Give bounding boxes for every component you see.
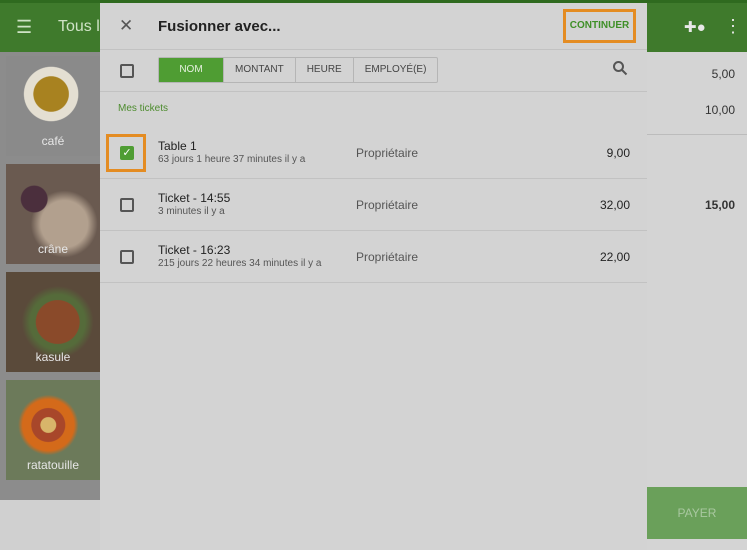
ticket-time: 3 minutes il y a (158, 206, 225, 217)
tab-amount[interactable]: MONTANT (223, 58, 295, 82)
tile-label: crâne (37, 242, 69, 256)
select-all-checkbox[interactable] (120, 64, 134, 78)
ticket-time: 215 jours 22 heures 34 minutes il y a (158, 258, 322, 269)
ticket-row[interactable]: ✓ Table 1 63 jours 1 heure 37 minutes il… (100, 127, 647, 179)
add-customer-icon[interactable]: ✚● (684, 18, 706, 36)
dialog-title: Fusionner avec... (158, 18, 281, 35)
ticket-employee: Propriétaire (356, 250, 419, 264)
more-options-icon[interactable]: ⋮ (724, 16, 742, 37)
ticket-amount: 9,00 (606, 146, 630, 160)
ticket-line-amount: 5,00 (711, 67, 735, 81)
item-tiles: café crâne kasule ratatouille (0, 52, 100, 500)
item-tile-kasule[interactable]: kasule (6, 272, 100, 372)
ticket-name: Ticket - 16:23 (158, 243, 231, 257)
item-tile-cafe[interactable]: café (6, 56, 100, 156)
tile-label: café (41, 134, 65, 148)
menu-icon[interactable]: ☰ (16, 17, 32, 38)
ticket-total-amount: 15,00 (704, 198, 735, 212)
ticket-name: Ticket - 14:55 (158, 191, 231, 205)
continue-button[interactable]: CONTINUER (563, 9, 636, 43)
ticket-panel: 5,00 10,00 15,00 (647, 52, 747, 550)
item-tile-crane[interactable]: crâne (6, 164, 100, 264)
ticket-employee: Propriétaire (356, 146, 419, 160)
sort-toolbar: NOM MONTANT HEURE EMPLOYÉ(E) (100, 51, 647, 92)
section-title-my-tickets: Mes tickets (118, 103, 169, 114)
ticket-line-amount: 10,00 (704, 103, 735, 117)
ticket-checkbox[interactable] (120, 250, 134, 264)
bottom-strip (0, 500, 100, 550)
ticket-checkbox-checked[interactable]: ✓ (120, 146, 134, 160)
pay-button[interactable]: PAYER (647, 487, 747, 539)
search-icon[interactable] (612, 60, 628, 76)
close-icon[interactable]: ✕ (119, 16, 133, 36)
tab-name[interactable]: NOM (159, 58, 223, 82)
ticket-checkbox[interactable] (120, 198, 134, 212)
divider (647, 134, 747, 135)
merge-dialog: ✕ Fusionner avec... CONTINUER NOM MONTAN… (100, 3, 647, 550)
sort-segmented-control: NOM MONTANT HEURE EMPLOYÉ(E) (158, 57, 439, 83)
tile-label: kasule (35, 350, 71, 364)
tab-time[interactable]: HEURE (294, 58, 353, 82)
ticket-amount: 22,00 (599, 250, 630, 264)
ticket-time: 63 jours 1 heure 37 minutes il y a (158, 154, 306, 165)
dialog-header: ✕ Fusionner avec... CONTINUER (100, 3, 647, 50)
ticket-row[interactable]: Ticket - 14:55 3 minutes il y a Propriét… (100, 179, 647, 231)
ticket-amount: 32,00 (599, 198, 630, 212)
ticket-employee: Propriétaire (356, 198, 419, 212)
ticket-row[interactable]: Ticket - 16:23 215 jours 22 heures 34 mi… (100, 231, 647, 283)
tab-employee[interactable]: EMPLOYÉ(E) (352, 58, 438, 82)
ticket-name: Table 1 (158, 139, 197, 153)
item-tile-ratatouille[interactable]: ratatouille (6, 380, 100, 480)
tile-label: ratatouille (26, 458, 80, 472)
